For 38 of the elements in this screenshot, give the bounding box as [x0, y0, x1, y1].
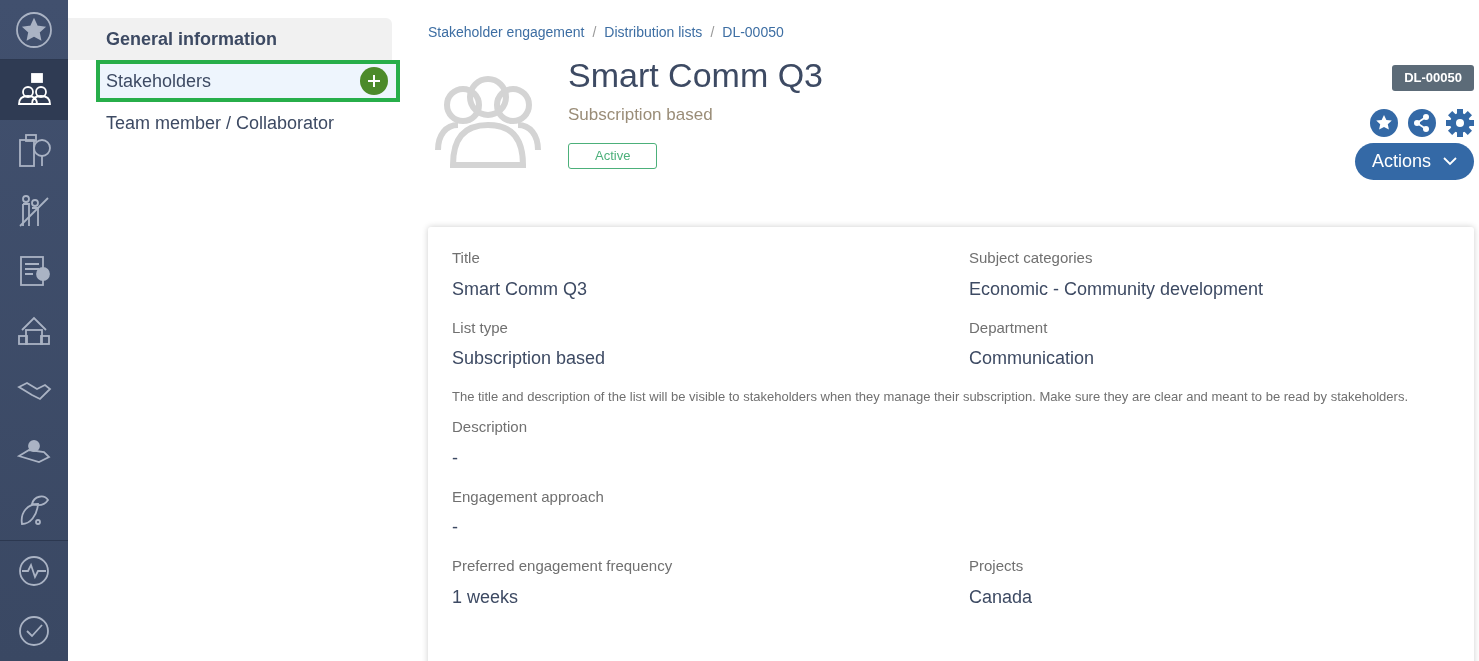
breadcrumb-current: DL-00050: [722, 23, 784, 42]
field-value: -: [452, 516, 459, 539]
field-label: List type: [452, 317, 509, 338]
info-note: The title and description of the list will be visible to stakeholders when they manage their subscription. Make sure they are clear and meant to be read by stakeholders.: [452, 388, 1409, 406]
field-label: Engagement approach: [452, 486, 605, 507]
field-label: Subject categories: [969, 248, 1094, 268]
menu-item-label: Team member / Collaborator: [106, 111, 335, 135]
field-label: Description: [452, 417, 529, 437]
chevron-down-icon: [1443, 156, 1457, 166]
field-label: Preferred engagement frequency: [452, 556, 674, 576]
add-button[interactable]: [360, 67, 388, 95]
field-value: 1 weeks: [452, 585, 520, 609]
share-icon[interactable]: [1408, 108, 1436, 137]
menu-item[interactable]: Team member / Collaborator: [68, 102, 392, 144]
breadcrumb-link[interactable]: Stakeholder engagement: [428, 22, 585, 43]
record-title: Smart Comm Q3: [568, 55, 824, 96]
status-badge: Active: [568, 143, 658, 169]
breadcrumb-separator: /: [592, 23, 597, 42]
field-label: Projects: [969, 556, 1025, 576]
menu-item-label: General information: [106, 27, 278, 51]
plus-icon: [367, 74, 381, 88]
actions-button[interactable]: Actions: [1354, 142, 1474, 180]
field-label: Department: [969, 317, 1049, 338]
breadcrumb-separator: /: [710, 23, 715, 42]
field-value: Communication: [969, 347, 1096, 370]
field-value: Canada: [969, 585, 1034, 609]
field-value: Subscription based: [452, 347, 607, 370]
field-value: -: [452, 446, 459, 470]
field-value: Smart Comm Q3: [452, 277, 589, 301]
field-value: Economic - Community development: [969, 277, 1265, 301]
menu-item[interactable]: General information: [68, 18, 392, 60]
id-badge: DL-00050: [1392, 65, 1474, 91]
breadcrumb-link[interactable]: Distribution lists: [604, 22, 703, 43]
field-label: Title: [452, 248, 481, 268]
settings-icon[interactable]: [1446, 108, 1474, 137]
menu-item[interactable]: Stakeholders: [96, 60, 400, 102]
record-subtitle: Subscription based: [568, 103, 714, 126]
menu-item-label: Stakeholders: [106, 69, 212, 93]
